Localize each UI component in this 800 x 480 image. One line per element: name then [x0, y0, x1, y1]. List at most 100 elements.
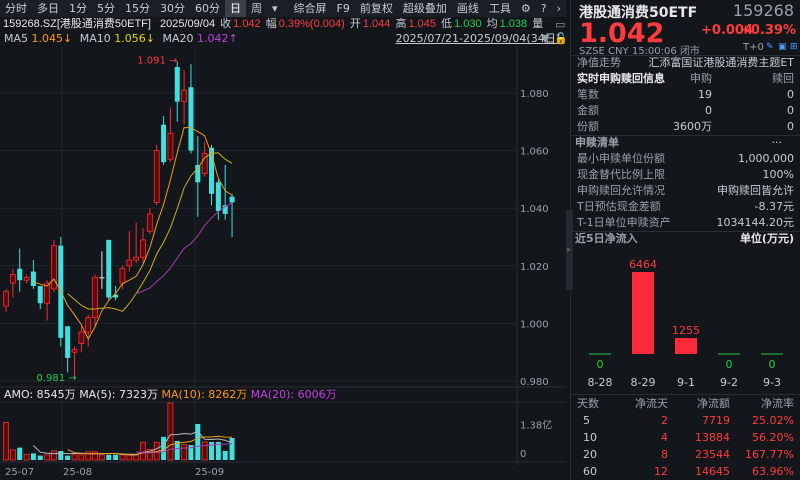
flow-header: 近5日净流入 单位(万元) [575, 232, 794, 245]
lock-icon[interactable]: 🔓 [554, 32, 568, 45]
flow-table-row: 20 8 23544 167.77% [577, 447, 794, 463]
net-rate: 167.77% [745, 448, 794, 461]
volume-bar [44, 454, 50, 461]
y-tick-label: 0.980 [520, 377, 549, 388]
period-dropdown-icon[interactable]: ▾ [267, 0, 283, 17]
net-days: 4 [661, 431, 668, 444]
days: 10 [583, 431, 597, 444]
volume-bar [85, 451, 92, 461]
volume-bar [126, 454, 133, 461]
volume-bar [167, 402, 174, 461]
avg-value: 1.038 [499, 18, 528, 30]
date-range[interactable]: 2025/07/21-2025/09/04(34日) [396, 32, 560, 46]
period-toolbar: 分时 多日 1分 5分 15分 30分 60分 日 周 ▾ 综合屏 F9 前复权… [0, 0, 566, 17]
days: 20 [583, 448, 597, 461]
x-tick-label: 25-07 [5, 467, 34, 478]
tab-5min[interactable]: 5分 [92, 0, 120, 17]
flow-table-header: 天数 净流天 净流额 净流率 [577, 397, 794, 410]
net-amount: 14645 [695, 465, 730, 478]
candle [140, 239, 146, 258]
tab-intraday[interactable]: 分时 [0, 0, 32, 17]
y-tick-label: 1.020 [520, 262, 549, 273]
close-label: 收 [220, 18, 232, 30]
list-row: 现金替代比例上限 100% [577, 168, 794, 181]
tab-multiday[interactable]: 多日 [32, 0, 64, 17]
volume-bar [113, 454, 119, 460]
candle [78, 331, 85, 344]
flow-table-row: 10 4 13884 56.20% [577, 430, 794, 446]
net-amount: 13884 [695, 431, 730, 444]
help-icon[interactable]: ? [536, 0, 552, 17]
vol-ma5-value: MA(5): 7323万 [79, 388, 158, 401]
min-price-label: 0.981 → [37, 373, 77, 384]
chevron-right-icon[interactable]: › [552, 0, 566, 17]
edit-icon[interactable]: ✎ [766, 42, 774, 52]
vol-ma20-value: MA(20): 6006万 [250, 388, 337, 401]
draw-button[interactable]: 画线 [452, 0, 484, 17]
candle [126, 259, 133, 267]
rt-row: 笔数 19 0 [577, 88, 794, 101]
nav-trend-row[interactable]: 净值走势 汇添富国证港股通消费主题ET [577, 55, 794, 71]
tab-15min[interactable]: 15分 [120, 0, 155, 17]
inflow-bar [632, 272, 654, 354]
volume-label: 量 [532, 18, 544, 30]
range-dropdown-icon[interactable]: ▼ [541, 32, 549, 45]
window-icon[interactable]: ▣ [778, 42, 787, 52]
inflow-date-label: 9-3 [763, 376, 781, 389]
ma20-value: 1.042↑ [196, 32, 238, 45]
candle [146, 213, 153, 232]
volume-bar [71, 454, 78, 461]
vol-tick-label: 1.38亿 [520, 418, 552, 431]
tab-30min[interactable]: 30分 [155, 0, 190, 17]
inflow-date-label: 8-28 [588, 376, 613, 389]
candle [17, 268, 23, 281]
collapse-panel-handle[interactable]: » [566, 210, 573, 290]
add-icon[interactable]: ⊞ [790, 42, 798, 52]
volume-bar [106, 454, 112, 460]
inflow-value-label: 0 [769, 358, 776, 371]
net-rate: 25.02% [752, 414, 794, 427]
monitor-icon[interactable]: ▭ [555, 18, 565, 31]
gear-icon[interactable]: ⚙ [516, 0, 536, 17]
avg-label: 均 [486, 18, 498, 30]
low-value: 1.030 [454, 18, 482, 30]
tab-daily[interactable]: 日 [225, 0, 246, 17]
candle [106, 239, 112, 298]
inflow-date-label: 8-29 [631, 376, 656, 389]
ma-legend: MA5 1.045↓ MA10 1.056↓ MA20 1.042↑ [4, 32, 238, 46]
forward-adjust-button[interactable]: 前复权 [355, 0, 398, 17]
candle [229, 196, 235, 203]
net-amount: 23544 [695, 448, 730, 461]
tab-1min[interactable]: 1分 [64, 0, 92, 17]
quote-info-bar: 159268.SZ[港股通消费50ETF] 2025/09/04 收 1.042 … [3, 17, 545, 32]
tools-button[interactable]: 工具 [484, 0, 516, 17]
tab-weekly[interactable]: 周 [246, 0, 267, 17]
rt-row: 金额 0 0 [577, 104, 794, 117]
days: 60 [583, 465, 597, 478]
vol-tick-label: 0 [520, 449, 526, 460]
y-tick-label: 1.040 [520, 204, 549, 215]
kline-chart[interactable]: 1.080 1.060 1.040 1.020 1.000 0.980 1.091 → 0.9… [0, 46, 566, 480]
volume-bar [17, 447, 23, 460]
more-button[interactable]: ··· [772, 135, 783, 151]
tab-60min[interactable]: 60分 [190, 0, 225, 17]
composite-screen-button[interactable]: 综合屏 [289, 0, 332, 17]
flow-table-row: 5 2 7719 25.02% [577, 413, 794, 429]
volume-bar [133, 454, 140, 461]
inflow-value-label: 1255 [672, 324, 700, 337]
ma10-label: MA10 [79, 32, 111, 45]
candle [37, 285, 43, 304]
candle [153, 150, 160, 203]
rt-header: 实时申购赎回信息 申购 赎回 [577, 72, 794, 85]
candle [3, 291, 9, 307]
overlay-button[interactable]: 超级叠加 [398, 0, 452, 17]
net-rate: 56.20% [752, 431, 794, 444]
amo-value: AMO: 8545万 [4, 388, 76, 401]
candle [65, 326, 71, 358]
f9-button[interactable]: F9 [332, 0, 355, 17]
candle [215, 182, 221, 212]
inflow-value-label: 0 [726, 358, 733, 371]
candle [30, 271, 36, 286]
volume-bar [201, 441, 208, 461]
fund-code: 159268 [732, 1, 794, 20]
